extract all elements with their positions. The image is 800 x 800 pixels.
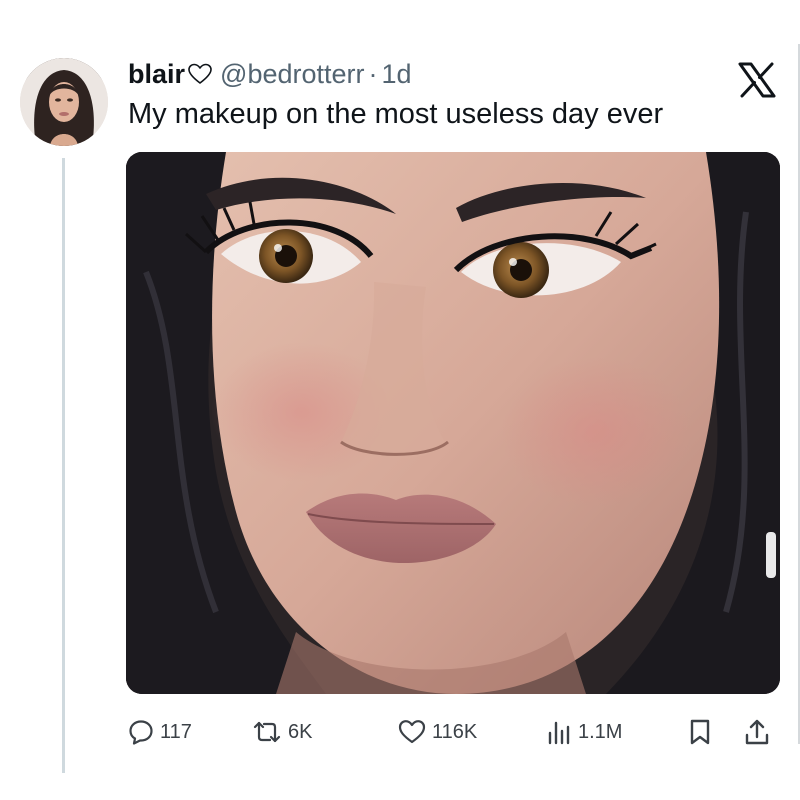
reply-bubble-icon [128,719,154,745]
user-handle[interactable]: @bedrotterr [220,59,364,90]
reply-button[interactable]: 117 [128,712,192,752]
avatar-portrait [20,58,108,146]
repost-button[interactable]: 6K [252,712,312,752]
share-upload-icon [744,718,770,746]
share-button[interactable] [744,712,770,752]
views-button[interactable]: 1.1M [546,712,622,752]
like-count: 116K [432,720,478,743]
tweet-card: blair @bedrotterr · 1d My makeup on the … [0,0,800,800]
tweet-action-bar: 117 6K 116K 1.1M [128,712,780,752]
tweet-media-photo[interactable] [126,152,780,694]
meta-separator: · [368,58,378,89]
avatar[interactable] [20,58,108,146]
reply-count: 117 [160,720,192,743]
makeup-selfie-photo [126,152,780,694]
like-button[interactable]: 116K [398,712,477,752]
analytics-bars-icon [546,719,572,745]
view-count: 1.1M [578,720,623,743]
bookmark-icon [688,718,712,746]
repost-arrows-icon [252,719,282,745]
x-logo-icon[interactable] [738,62,776,98]
heart-outline-icon [188,63,212,85]
tweet-text: My makeup on the most useless day ever [128,98,664,130]
timestamp[interactable]: 1d [382,59,412,90]
tweet-header: blair @bedrotterr · 1d [128,58,412,90]
thread-connector-line [62,158,65,773]
bookmark-button[interactable] [688,712,712,752]
repost-count: 6K [288,720,313,743]
display-name[interactable]: blair [128,59,185,90]
heart-icon [398,719,426,745]
